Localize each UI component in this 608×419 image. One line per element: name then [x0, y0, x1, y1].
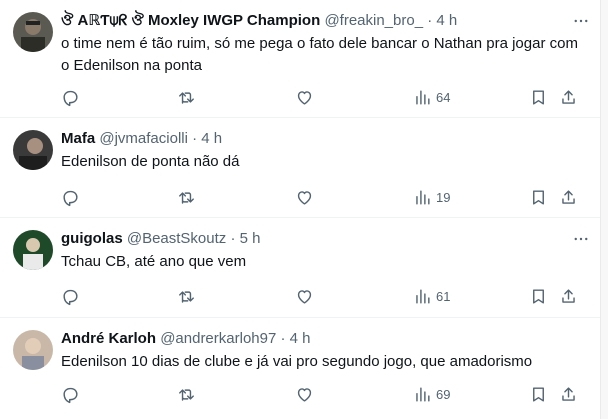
avatar[interactable]: [13, 330, 53, 370]
reply-feed: ঔ AℝƬ⍦ᖇ ঔ Moxley IWGP Champion @freakin_…: [0, 0, 608, 419]
retweet-button[interactable]: [177, 380, 196, 408]
avatar[interactable]: [13, 130, 53, 170]
share-icon: [562, 288, 575, 303]
bookmark-button[interactable]: [529, 380, 548, 408]
display-name[interactable]: Mafa: [61, 130, 95, 147]
views-icon: [416, 89, 430, 105]
bookmark-icon: [533, 189, 544, 205]
user-handle[interactable]: @andrerkarloh97: [160, 330, 276, 347]
views-count: 69: [436, 386, 451, 402]
bookmark-icon: [533, 386, 544, 402]
bookmark-button[interactable]: [529, 83, 548, 111]
like-icon: [297, 90, 312, 105]
views-count: 61: [436, 288, 451, 304]
tweet-actions: 61: [52, 282, 588, 310]
tweet[interactable]: ঔ AℝƬ⍦ᖇ ঔ Moxley IWGP Champion @freakin_…: [0, 0, 600, 118]
share-button[interactable]: [559, 380, 578, 408]
user-handle[interactable]: @jvmafaciolli: [99, 130, 188, 147]
like-button[interactable]: [295, 83, 314, 111]
retweet-icon: [179, 91, 194, 104]
views-icon: [416, 189, 430, 205]
more-icon[interactable]: [566, 8, 596, 34]
retweet-button[interactable]: [177, 183, 196, 211]
bookmark-button[interactable]: [529, 183, 548, 211]
share-icon: [562, 89, 575, 104]
separator: ·: [427, 12, 433, 29]
like-icon: [297, 190, 312, 205]
separator: ·: [280, 330, 286, 347]
tweet-actions: 19: [52, 183, 588, 211]
scrollbar[interactable]: [600, 0, 608, 419]
tweet[interactable]: André Karloh @andrerkarloh97 · 4 h Edeni…: [0, 318, 600, 419]
views-icon: [416, 386, 430, 402]
reply-button[interactable]: [61, 380, 80, 408]
tweet-actions: 69: [52, 380, 588, 408]
reply-icon: [63, 387, 78, 403]
tweet-header: ঔ AℝƬ⍦ᖇ ঔ Moxley IWGP Champion @freakin_…: [61, 11, 560, 31]
display-name[interactable]: guigolas: [61, 230, 123, 247]
timestamp[interactable]: 4 h: [436, 12, 457, 29]
tweet-header: Mafa @jvmafaciolli · 4 h: [61, 129, 560, 149]
share-button[interactable]: [559, 183, 578, 211]
retweet-icon: [179, 388, 194, 401]
timestamp[interactable]: 4 h: [201, 130, 222, 147]
views-button[interactable]: 64: [413, 83, 450, 111]
like-icon: [297, 289, 312, 304]
timestamp[interactable]: 5 h: [240, 230, 261, 247]
retweet-button[interactable]: [177, 282, 196, 310]
tweet[interactable]: guigolas @BeastSkoutz · 5 h Tchau CB, at…: [0, 218, 600, 318]
retweet-icon: [179, 191, 194, 204]
more-icon[interactable]: [566, 226, 596, 252]
reply-button[interactable]: [61, 83, 80, 111]
reply-icon: [63, 190, 78, 206]
views-button[interactable]: 19: [413, 183, 450, 211]
avatar[interactable]: [13, 12, 53, 52]
share-button[interactable]: [559, 83, 578, 111]
share-icon: [562, 386, 575, 401]
reply-button[interactable]: [61, 282, 80, 310]
tweet-text: Tchau CB, até ano que vem: [61, 253, 247, 270]
tweet-text: Edenilson 10 dias de clube e já vai pro …: [61, 353, 533, 370]
reply-button[interactable]: [61, 183, 80, 211]
views-icon: [416, 288, 430, 304]
retweet-icon: [179, 290, 194, 303]
retweet-button[interactable]: [177, 83, 196, 111]
reply-icon: [63, 90, 78, 106]
share-icon: [562, 189, 575, 204]
display-name[interactable]: ঔ AℝƬ⍦ᖇ ঔ Moxley IWGP Champion: [61, 12, 320, 29]
share-button[interactable]: [559, 282, 578, 310]
user-handle[interactable]: @BeastSkoutz: [127, 230, 226, 247]
tweet-actions: 64: [52, 83, 588, 111]
like-button[interactable]: [295, 183, 314, 211]
display-name[interactable]: André Karloh: [61, 330, 156, 347]
like-button[interactable]: [295, 282, 314, 310]
like-icon: [297, 387, 312, 402]
tweet-header: André Karloh @andrerkarloh97 · 4 h: [61, 329, 560, 349]
views-button[interactable]: 69: [413, 380, 450, 408]
views-count: 19: [436, 189, 451, 205]
user-handle[interactable]: @freakin_bro_: [324, 12, 423, 29]
bookmark-button[interactable]: [529, 282, 548, 310]
tweet[interactable]: Mafa @jvmafaciolli · 4 h Edenilson de po…: [0, 118, 600, 218]
reply-icon: [63, 289, 78, 305]
like-button[interactable]: [295, 380, 314, 408]
views-count: 64: [436, 89, 451, 105]
tweet-text: o time nem é tão ruim, só me pega o fato…: [61, 35, 578, 74]
bookmark-icon: [533, 288, 544, 304]
tweet-header: guigolas @BeastSkoutz · 5 h: [61, 229, 560, 249]
views-button[interactable]: 61: [413, 282, 450, 310]
timestamp[interactable]: 4 h: [290, 330, 311, 347]
tweet-text: Edenilson de ponta não dá: [61, 153, 240, 170]
avatar[interactable]: [13, 230, 53, 270]
separator: ·: [192, 130, 198, 147]
separator: ·: [230, 230, 236, 247]
bookmark-icon: [533, 89, 544, 105]
